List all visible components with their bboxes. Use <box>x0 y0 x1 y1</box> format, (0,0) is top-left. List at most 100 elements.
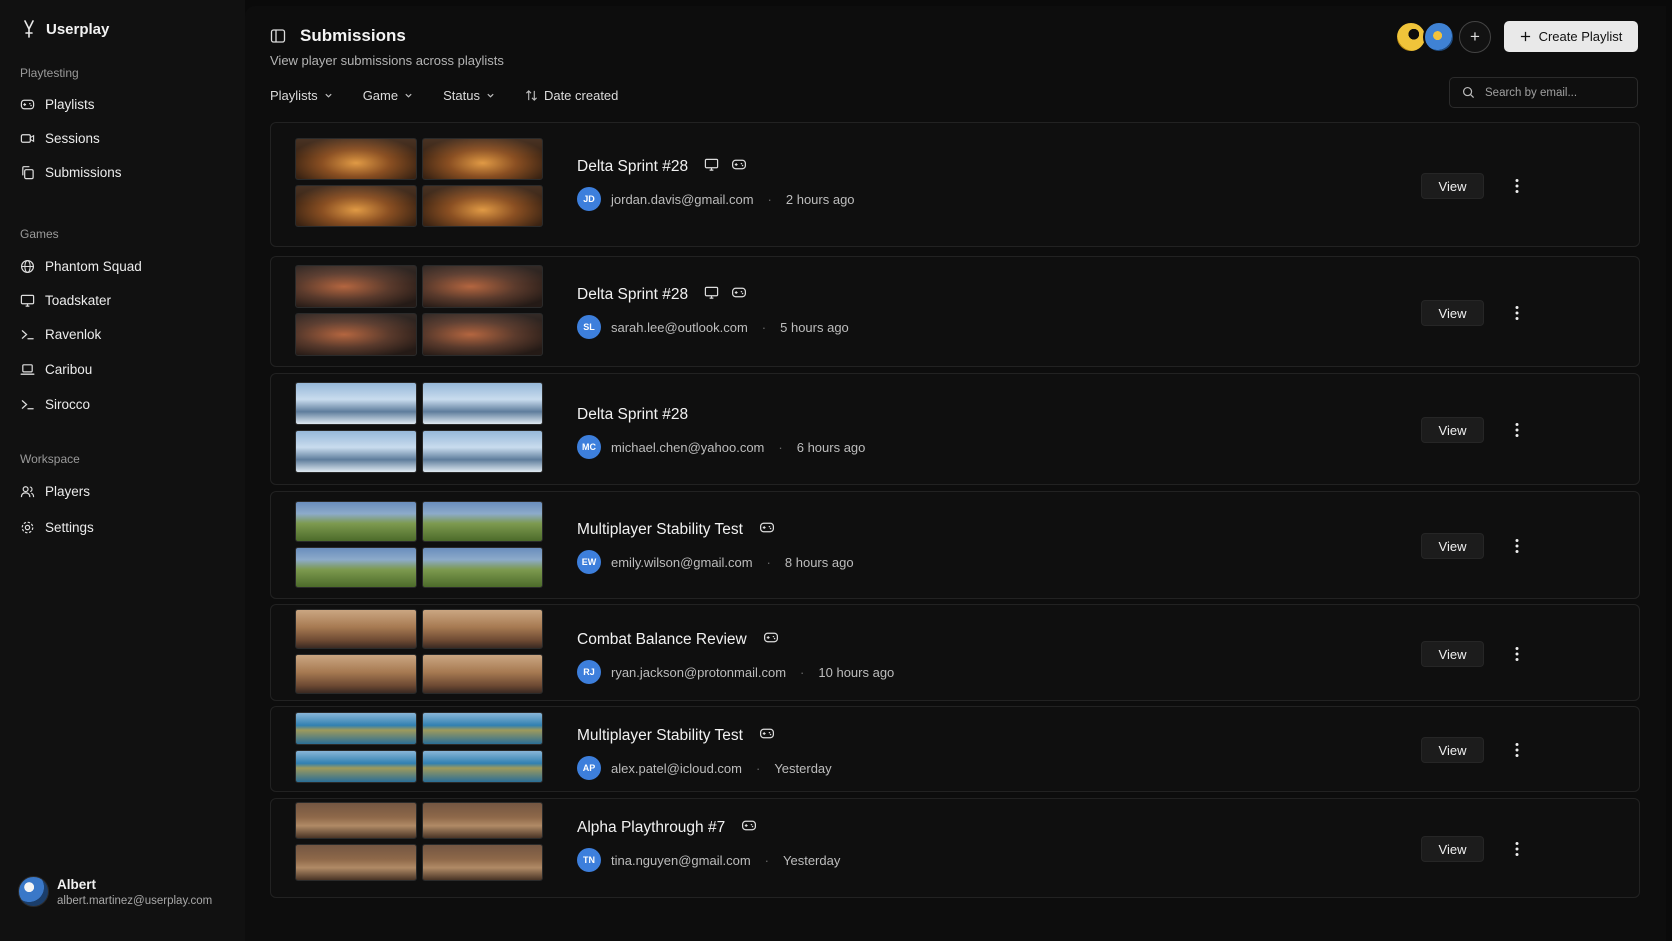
sidebar-item-phantom-squad[interactable]: Phantom Squad <box>20 252 225 280</box>
gameplay-thumbnail <box>295 609 417 649</box>
sidebar-item-sirocco[interactable]: Sirocco <box>20 390 225 418</box>
brand-name: Userplay <box>46 20 110 38</box>
view-button[interactable]: View <box>1421 836 1484 862</box>
view-button[interactable]: View <box>1421 737 1484 763</box>
submission-time: Yesterday <box>783 852 841 868</box>
more-options-button[interactable] <box>1507 300 1527 326</box>
player-email[interactable]: michael.chen@yahoo.com <box>611 440 764 455</box>
sidebar-item-label: Submissions <box>45 164 122 180</box>
thumbnail-grid[interactable] <box>295 802 543 881</box>
thumbnail-grid[interactable] <box>295 265 543 356</box>
sidebar-item-label: Toadskater <box>45 292 112 308</box>
view-button[interactable]: View <box>1421 417 1484 443</box>
sidebar-item-caribou[interactable]: Caribou <box>20 355 225 383</box>
sidebar-item-label: Caribou <box>45 361 93 377</box>
collaborator-avatars: + <box>1395 21 1491 53</box>
view-button[interactable]: View <box>1421 641 1484 667</box>
chevron-down-icon <box>487 93 494 98</box>
more-options-button[interactable] <box>1507 417 1527 443</box>
submission-card[interactable]: Delta Sprint #28 JD jordan.davis@gmail.com… <box>270 122 1640 247</box>
sort-date-created[interactable]: Date created <box>525 88 618 103</box>
player-email[interactable]: alex.patel@icloud.com <box>611 761 742 776</box>
user-name: Albert <box>57 876 97 892</box>
terminal-icon <box>21 329 34 339</box>
gameplay-thumbnail <box>421 750 543 783</box>
submission-card[interactable]: Delta Sprint #28 SL sarah.lee@outlook.com ·… <box>270 256 1640 367</box>
gameplay-thumbnail <box>421 609 543 649</box>
player-email[interactable]: emily.wilson@gmail.com <box>611 555 753 570</box>
section-label-playtesting: Playtesting <box>20 66 79 80</box>
gameplay-thumbnail <box>295 185 417 227</box>
separator-dot: · <box>755 760 761 776</box>
submission-card[interactable]: Multiplayer Stability Test AP alex.patel@i… <box>270 706 1640 792</box>
sidebar-item-sessions[interactable]: Sessions <box>20 124 225 152</box>
player-email[interactable]: sarah.lee@outlook.com <box>611 320 748 335</box>
separator-dot: · <box>767 191 772 207</box>
sidebar-item-settings[interactable]: Settings <box>20 513 225 541</box>
gamepad-icon <box>731 285 747 305</box>
more-options-button[interactable] <box>1507 836 1527 862</box>
view-button[interactable]: View <box>1421 300 1484 326</box>
submission-time: 10 hours ago <box>818 664 895 680</box>
player-initials-avatar: RJ <box>577 660 601 684</box>
submission-card[interactable]: Alpha Playthrough #7 TN tina.nguyen@gmail.… <box>270 798 1640 898</box>
separator-dot: · <box>761 319 767 335</box>
sidebar-item-playlists[interactable]: Playlists <box>20 90 225 118</box>
thumbnail-grid[interactable] <box>295 501 543 588</box>
more-options-button[interactable] <box>1507 641 1527 667</box>
sidebar-toggle-icon[interactable] <box>270 28 286 44</box>
gamepad-icon <box>731 157 747 177</box>
create-playlist-button[interactable]: Create Playlist <box>1504 21 1638 52</box>
filter-status[interactable]: Status <box>443 88 495 103</box>
search-input[interactable] <box>1485 86 1625 99</box>
gameplay-thumbnail <box>295 802 417 839</box>
gameplay-thumbnail <box>421 430 543 473</box>
gameplay-thumbnail <box>295 501 417 542</box>
page-title: Submissions <box>300 26 406 45</box>
submission-time: 6 hours ago <box>796 439 866 455</box>
plus-icon <box>1520 31 1530 42</box>
sidebar-item-players[interactable]: Players <box>20 477 225 505</box>
sidebar: Userplay Playtesting Playlists Sessions … <box>0 0 245 941</box>
sidebar-item-toadskater[interactable]: Toadskater <box>20 286 225 314</box>
user-email: albert.martinez@userplay.com <box>57 894 213 907</box>
sidebar-item-ravenlok[interactable]: Ravenlok <box>20 320 225 348</box>
gamepad-icon <box>20 99 35 109</box>
view-button[interactable]: View <box>1421 173 1484 199</box>
user-profile[interactable]: Albert albert.martinez@userplay.com <box>18 876 212 907</box>
gameplay-thumbnail <box>421 712 543 745</box>
search-icon <box>1462 86 1475 99</box>
sidebar-item-submissions[interactable]: Submissions <box>20 158 225 186</box>
player-initials-avatar: EW <box>577 550 601 574</box>
more-options-button[interactable] <box>1507 533 1527 559</box>
sort-label: Date created <box>543 87 619 103</box>
avatar[interactable] <box>1423 21 1455 53</box>
filter-playlists[interactable]: Playlists <box>270 88 333 103</box>
add-collaborator-button[interactable]: + <box>1459 21 1491 53</box>
more-vertical-icon <box>1515 179 1519 193</box>
gameplay-thumbnail <box>295 547 417 588</box>
more-options-button[interactable] <box>1507 737 1527 763</box>
monitor-icon <box>704 157 719 177</box>
more-vertical-icon <box>1515 539 1519 553</box>
more-options-button[interactable] <box>1507 173 1527 199</box>
submission-card[interactable]: Combat Balance Review RJ ryan.jackson@prot… <box>270 604 1640 701</box>
filter-game[interactable]: Game <box>363 88 413 103</box>
gameplay-thumbnail <box>421 265 543 308</box>
thumbnail-grid[interactable] <box>295 138 543 227</box>
chevron-down-icon <box>325 93 332 98</box>
view-button[interactable]: View <box>1421 533 1484 559</box>
submission-card[interactable]: Multiplayer Stability Test EW emily.wilson… <box>270 491 1640 599</box>
gameplay-thumbnail <box>421 313 543 356</box>
thumbnail-grid[interactable] <box>295 712 543 783</box>
thumbnail-grid[interactable] <box>295 382 543 473</box>
thumbnail-grid[interactable] <box>295 609 543 694</box>
section-label-games: Games <box>20 227 59 241</box>
submission-card[interactable]: Delta Sprint #28 MC michael.chen@yahoo.com… <box>270 373 1640 485</box>
users-icon <box>20 485 35 497</box>
gamepad-icon <box>759 726 775 746</box>
player-email[interactable]: tina.nguyen@gmail.com <box>611 853 751 868</box>
player-email[interactable]: jordan.davis@gmail.com <box>611 192 754 207</box>
player-email[interactable]: ryan.jackson@protonmail.com <box>611 665 786 680</box>
brand[interactable]: Userplay <box>22 20 109 38</box>
